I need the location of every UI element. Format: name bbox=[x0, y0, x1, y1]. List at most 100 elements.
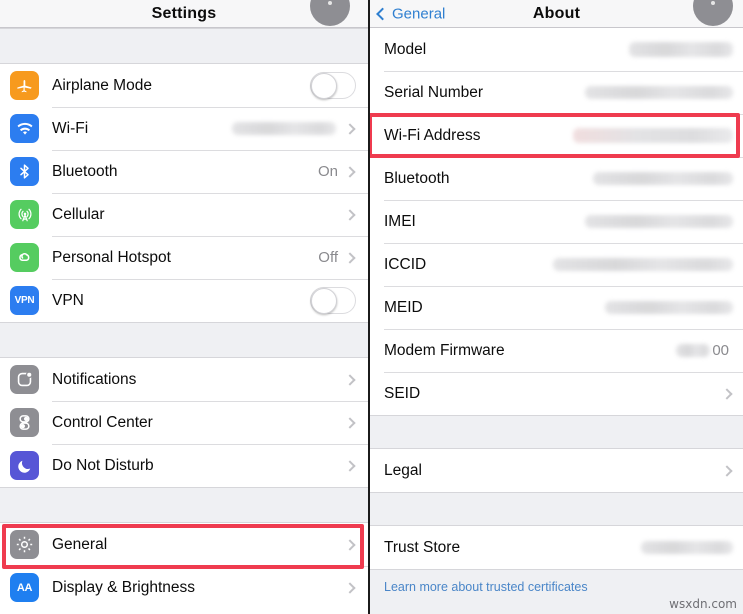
about-row-legal[interactable]: Legal bbox=[370, 449, 743, 492]
ios-settings-split-view: Settings Airplane Mode Wi-Fi Bluetooth O… bbox=[0, 0, 743, 614]
about-row-label: Bluetooth bbox=[384, 169, 450, 187]
about-row-wifi-address[interactable]: Wi-Fi Address bbox=[370, 114, 743, 157]
sidebar-item-vpn[interactable]: VPN VPN bbox=[0, 279, 368, 322]
sidebar-item-wifi[interactable]: Wi-Fi bbox=[0, 107, 368, 150]
settings-group-general: General AA Display & Brightness bbox=[0, 523, 368, 609]
about-row-label: Modem Firmware bbox=[384, 341, 505, 359]
chevron-right-icon bbox=[344, 538, 356, 551]
sidebar-item-general[interactable]: General bbox=[0, 523, 368, 566]
chevron-right-icon bbox=[344, 581, 356, 594]
redacted-value bbox=[605, 301, 733, 314]
gray-circle-badge-icon bbox=[693, 0, 733, 26]
redacted-value bbox=[676, 344, 711, 357]
sidebar-item-label: Notifications bbox=[52, 370, 137, 388]
airplane-mode-toggle[interactable] bbox=[310, 72, 356, 99]
moon-icon bbox=[10, 451, 39, 480]
about-row-label: Serial Number bbox=[384, 83, 484, 101]
gray-circle-badge-icon bbox=[310, 0, 350, 26]
about-group-trust-store: Trust Store bbox=[370, 526, 743, 569]
redacted-value bbox=[573, 128, 733, 143]
about-row-label: ICCID bbox=[384, 255, 427, 273]
page-title: Settings bbox=[151, 4, 217, 22]
wifi-icon bbox=[10, 114, 39, 143]
hotspot-icon bbox=[10, 243, 39, 272]
sidebar-item-label: Do Not Disturb bbox=[52, 456, 154, 474]
sidebar-item-bluetooth[interactable]: Bluetooth On bbox=[0, 150, 368, 193]
gear-icon bbox=[10, 530, 39, 559]
about-panel: General About Model Serial Number Wi-Fi … bbox=[370, 0, 743, 614]
chevron-right-icon bbox=[721, 387, 733, 400]
about-row-bluetooth[interactable]: Bluetooth bbox=[370, 157, 743, 200]
redacted-value bbox=[585, 215, 733, 228]
sidebar-item-label: Wi-Fi bbox=[52, 119, 89, 137]
chevron-right-icon bbox=[344, 416, 356, 429]
notifications-icon bbox=[10, 365, 39, 394]
chevron-right-icon bbox=[344, 251, 356, 264]
redacted-value bbox=[593, 172, 733, 185]
sidebar-item-value: On bbox=[318, 163, 339, 180]
display-brightness-icon: AA bbox=[10, 573, 39, 602]
chevron-left-icon bbox=[376, 7, 389, 20]
about-row-serial-number[interactable]: Serial Number bbox=[370, 71, 743, 114]
about-row-model[interactable]: Model bbox=[370, 28, 743, 71]
about-group-device-info: Model Serial Number Wi-Fi Address Blueto… bbox=[370, 28, 743, 415]
redacted-value bbox=[641, 541, 733, 554]
settings-group-connectivity: Airplane Mode Wi-Fi Bluetooth On Cellula… bbox=[0, 64, 368, 322]
settings-panel: Settings Airplane Mode Wi-Fi Bluetooth O… bbox=[0, 0, 368, 614]
sidebar-item-airplane-mode[interactable]: Airplane Mode bbox=[0, 64, 368, 107]
about-row-label: Wi-Fi Address bbox=[384, 126, 481, 144]
about-row-label: Model bbox=[384, 40, 427, 58]
about-row-trust-store[interactable]: Trust Store bbox=[370, 526, 743, 569]
sidebar-item-label: Display & Brightness bbox=[52, 578, 196, 596]
sidebar-item-cellular[interactable]: Cellular bbox=[0, 193, 368, 236]
sidebar-item-display-brightness[interactable]: AA Display & Brightness bbox=[0, 566, 368, 609]
sidebar-item-do-not-disturb[interactable]: Do Not Disturb bbox=[0, 444, 368, 487]
sidebar-item-label: Personal Hotspot bbox=[52, 248, 171, 266]
redacted-value bbox=[629, 42, 733, 57]
about-row-label: MEID bbox=[384, 298, 423, 316]
settings-group-notifications: Notifications Control Center Do Not Dist… bbox=[0, 358, 368, 487]
about-row-seid[interactable]: SEID bbox=[370, 372, 743, 415]
redacted-value bbox=[553, 258, 733, 271]
about-row-label: IMEI bbox=[384, 212, 416, 230]
group-gap-left-2 bbox=[0, 487, 368, 523]
bluetooth-icon bbox=[10, 157, 39, 186]
redacted-value bbox=[232, 122, 336, 135]
group-gap-top-left bbox=[0, 28, 368, 64]
chevron-right-icon bbox=[344, 165, 356, 178]
sidebar-item-control-center[interactable]: Control Center bbox=[0, 401, 368, 444]
about-group-legal: Legal bbox=[370, 449, 743, 492]
vpn-icon: VPN bbox=[10, 286, 39, 315]
sidebar-item-personal-hotspot[interactable]: Personal Hotspot Off bbox=[0, 236, 368, 279]
back-button-label: General bbox=[392, 5, 446, 22]
chevron-right-icon bbox=[344, 459, 356, 472]
sidebar-item-label: VPN bbox=[52, 291, 84, 309]
group-gap-left-1 bbox=[0, 322, 368, 358]
control-center-icon bbox=[10, 408, 39, 437]
about-row-meid[interactable]: MEID bbox=[370, 286, 743, 329]
chevron-right-icon bbox=[344, 122, 356, 135]
chevron-right-icon bbox=[721, 464, 733, 477]
about-row-modem-firmware[interactable]: Modem Firmware 00 bbox=[370, 329, 743, 372]
sidebar-item-label: Cellular bbox=[52, 205, 105, 223]
group-gap-right-1 bbox=[370, 415, 743, 449]
sidebar-item-label: Control Center bbox=[52, 413, 153, 431]
about-row-iccid[interactable]: ICCID bbox=[370, 243, 743, 286]
about-row-label: Legal bbox=[384, 461, 422, 479]
sidebar-item-label: General bbox=[52, 535, 108, 553]
cellular-icon bbox=[10, 200, 39, 229]
vpn-toggle[interactable] bbox=[310, 287, 356, 314]
about-row-imei[interactable]: IMEI bbox=[370, 200, 743, 243]
back-button-general[interactable]: General bbox=[376, 5, 446, 22]
watermark: wsxdn.com bbox=[669, 597, 737, 611]
sidebar-item-notifications[interactable]: Notifications bbox=[0, 358, 368, 401]
about-row-label: SEID bbox=[384, 384, 421, 402]
about-row-label: Trust Store bbox=[384, 538, 461, 556]
sidebar-item-value: Off bbox=[318, 249, 339, 266]
about-navbar: General About bbox=[370, 0, 743, 28]
airplane-icon bbox=[10, 71, 39, 100]
page-title: About bbox=[532, 4, 581, 22]
chevron-right-icon bbox=[344, 373, 356, 386]
sidebar-item-label: Bluetooth bbox=[52, 162, 118, 180]
group-gap-right-2 bbox=[370, 492, 743, 526]
